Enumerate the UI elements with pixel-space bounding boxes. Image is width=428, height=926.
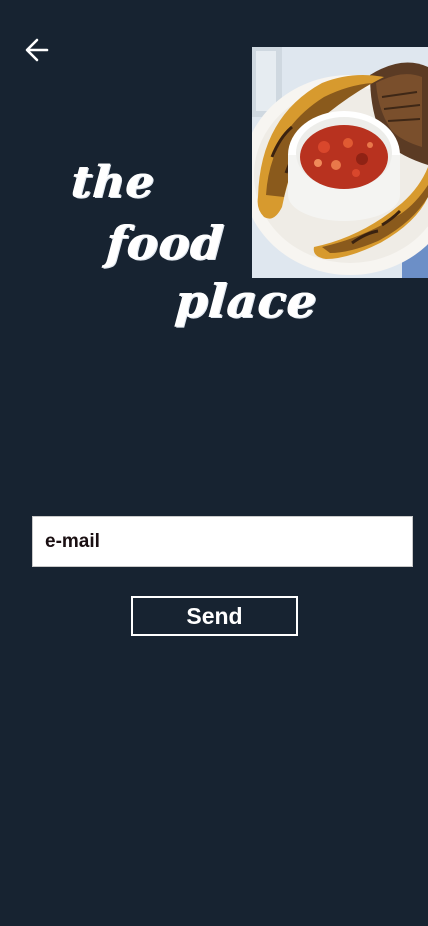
send-button[interactable]: Send xyxy=(131,596,298,636)
logo-word-place: place xyxy=(174,274,320,328)
arrow-left-icon xyxy=(25,38,49,62)
back-button[interactable] xyxy=(20,34,54,66)
logo-word-food: food xyxy=(105,216,227,270)
logo-word-the: the xyxy=(70,157,158,208)
email-field[interactable] xyxy=(32,516,413,567)
food-photo xyxy=(252,47,428,278)
